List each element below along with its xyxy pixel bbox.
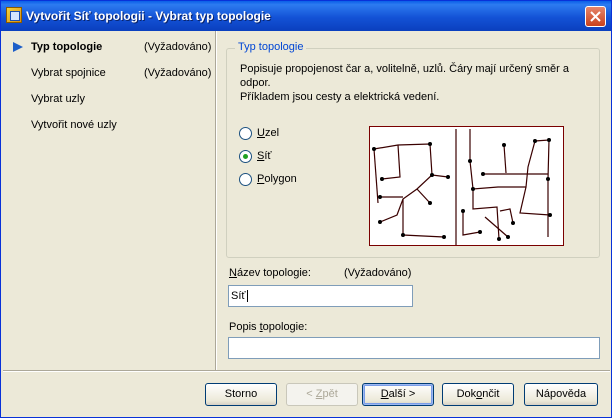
radio-label: Síť <box>257 150 272 162</box>
topology-description-label: Popis topologie: <box>229 321 307 333</box>
label-prefix: Dok <box>456 388 477 400</box>
topology-description-input[interactable] <box>228 337 600 359</box>
topology-name-label: Název topologie: <box>229 267 311 279</box>
next-button[interactable]: Další > <box>362 383 434 406</box>
radio-circle <box>239 150 252 163</box>
radio-circle <box>239 173 252 186</box>
mnemonic: N <box>229 267 237 279</box>
group-title: Typ topologie <box>235 41 307 53</box>
label-prefix: < <box>306 388 316 400</box>
step-required: (Vyžadováno) <box>144 41 212 53</box>
step-label: Vytvořit nové uzly <box>31 119 117 131</box>
mnemonic: U <box>257 127 265 139</box>
footer-divider <box>3 370 610 372</box>
label-rest: zel <box>264 127 280 139</box>
label-rest: íť <box>264 150 272 162</box>
step-label: Vybrat spojnice <box>31 67 106 79</box>
topology-name-required: (Vyžadováno) <box>344 267 412 279</box>
close-icon <box>590 11 601 22</box>
step-create-nodes[interactable]: Vytvořit nové uzly <box>3 117 215 133</box>
cancel-button[interactable]: Storno <box>205 383 277 406</box>
topology-name-input[interactable]: Síť <box>228 285 413 307</box>
label-rest: pět <box>322 388 338 400</box>
label-rest: olygon <box>264 173 297 185</box>
step-label: Vybrat uzly <box>31 93 86 105</box>
label-rest: nčit <box>482 388 500 400</box>
label-rest: alší > <box>388 388 416 400</box>
network-illustration <box>372 129 552 245</box>
description-line: Popisuje propojenost čar a, volitelně, u… <box>240 63 569 89</box>
nav-divider <box>215 31 217 371</box>
wizard-steps-nav: Typ topologie (Vyžadováno) Vybrat spojni… <box>3 31 215 371</box>
radio-label: Uzel <box>257 127 279 139</box>
mnemonic: D <box>380 388 389 400</box>
step-select-edges[interactable]: Vybrat spojnice (Vyžadováno) <box>3 65 215 81</box>
description-line: Příkladem jsou cesty a elektrická vedení… <box>240 91 440 103</box>
topology-description: Popisuje propojenost čar a, volitelně, u… <box>240 62 580 104</box>
window-title: Vytvořit Síť topologii - Vybrat typ topo… <box>26 9 271 23</box>
radio-selected-dot <box>243 154 248 159</box>
current-step-arrow-icon <box>13 42 23 52</box>
label-rest: ázev topologie: <box>236 267 311 279</box>
step-label: Typ topologie <box>31 41 103 53</box>
step-required: (Vyžadováno) <box>144 67 212 79</box>
finish-button[interactable]: Dokončit <box>442 383 514 406</box>
help-button[interactable]: Nápověda <box>524 383 598 406</box>
step-topology-type[interactable]: Typ topologie (Vyžadováno) <box>3 39 215 55</box>
step-select-nodes[interactable]: Vybrat uzly <box>3 91 215 107</box>
wizard-body: Typ topologie (Vyžadováno) Vybrat spojni… <box>3 31 610 417</box>
close-button[interactable] <box>585 6 606 27</box>
label-prefix: Popis <box>229 321 260 333</box>
wizard-window: Vytvořit Síť topologii - Vybrat typ topo… <box>0 0 612 418</box>
input-value: Síť <box>231 290 246 302</box>
radio-label: Polygon <box>257 173 297 185</box>
radio-circle <box>239 127 252 140</box>
topology-wizard-icon <box>6 7 22 23</box>
back-button[interactable]: < Zpět <box>286 383 358 406</box>
network-topology-preview <box>369 126 564 246</box>
title-bar[interactable]: Vytvořit Síť topologii - Vybrat typ topo… <box>1 1 611 31</box>
text-caret <box>246 290 248 303</box>
label-rest: opologie: <box>262 321 308 333</box>
